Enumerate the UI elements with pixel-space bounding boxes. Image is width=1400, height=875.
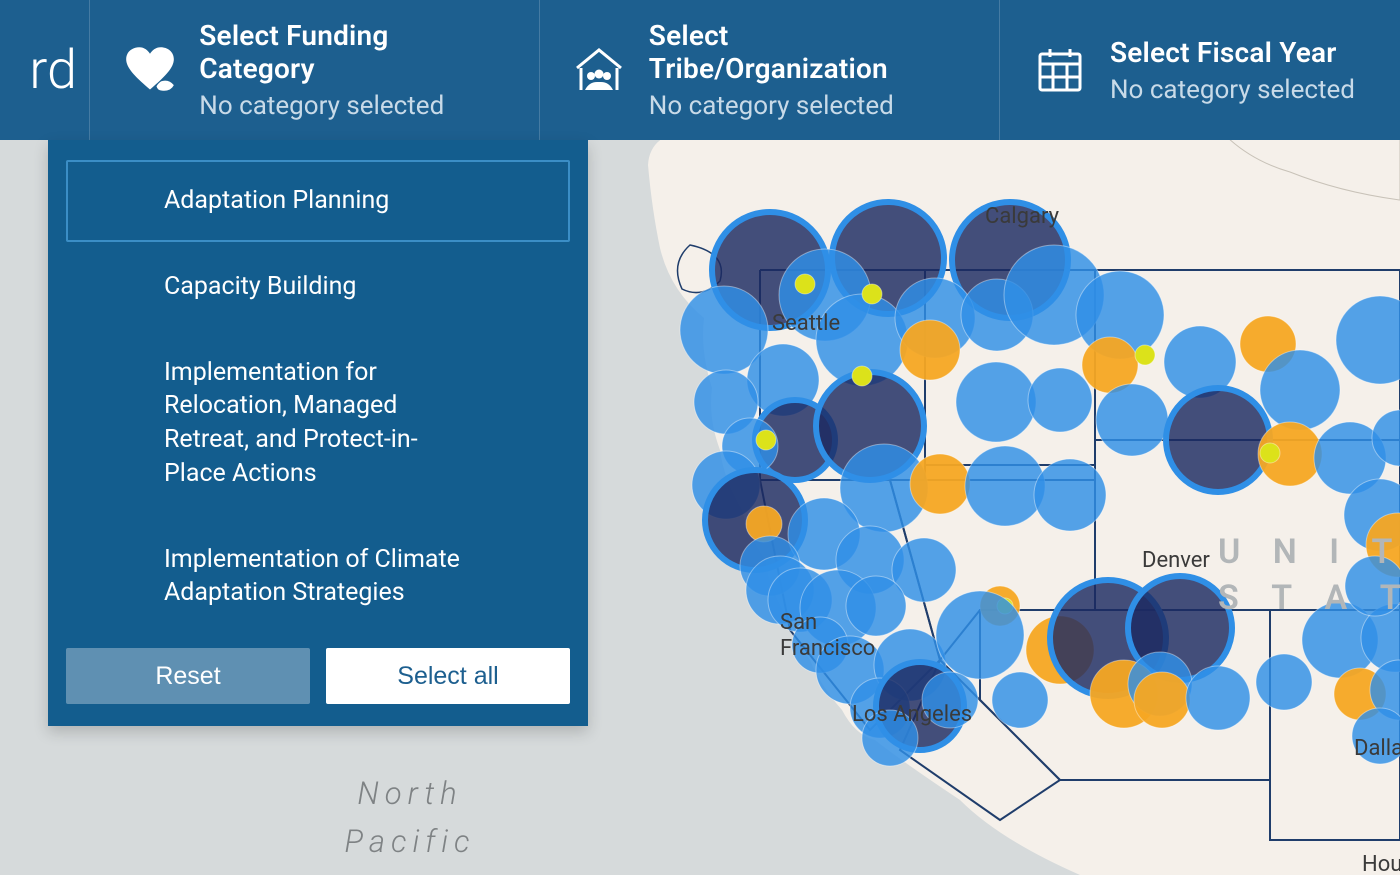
filter-fiscal-label: Select Fiscal Year	[1110, 36, 1355, 69]
map-bubble[interactable]	[862, 710, 918, 766]
dropdown-option[interactable]: Implementation for Relocation, Managed R…	[66, 332, 570, 515]
header-bar: rd Select Funding Category No category s…	[0, 0, 1400, 140]
map-bubble[interactable]	[910, 454, 970, 514]
heart-leaf-icon	[122, 44, 177, 96]
map-bubble[interactable]	[852, 366, 872, 386]
dropdown-option[interactable]: Adaptation Planning	[66, 160, 570, 242]
map-bubble[interactable]	[1186, 666, 1250, 730]
map-bubble[interactable]	[992, 672, 1048, 728]
reset-button[interactable]: Reset	[66, 648, 310, 704]
map-bubble[interactable]	[795, 274, 815, 294]
map-bubble[interactable]	[1134, 672, 1190, 728]
dropdown-option[interactable]: Capacity Building	[66, 246, 570, 328]
map-bubble[interactable]	[922, 672, 978, 728]
dropdown-list[interactable]: Adaptation PlanningCapacity BuildingImpl…	[66, 160, 570, 630]
filter-fiscal-sub: No category selected	[1110, 75, 1355, 105]
filter-tribe-organization[interactable]: Select Tribe/Organization No category se…	[540, 0, 1000, 140]
map-bubble[interactable]	[1034, 459, 1106, 531]
map-bubble[interactable]	[756, 430, 776, 450]
map-bubble[interactable]	[1166, 388, 1270, 492]
dropdown-option[interactable]: Implementation of Climate Adaptation Str…	[66, 519, 570, 631]
house-people-icon	[572, 44, 627, 96]
map-bubble[interactable]	[936, 591, 1024, 679]
filter-tribe-sub: No category selected	[649, 91, 967, 121]
map-bubble[interactable]	[1135, 345, 1155, 365]
map-bubble[interactable]	[956, 362, 1036, 442]
map-bubble[interactable]	[1260, 350, 1340, 430]
map-bubble[interactable]	[1345, 556, 1400, 616]
map-bubble[interactable]	[900, 320, 960, 380]
dashboard-title-fragment: rd	[0, 0, 90, 140]
funding-category-dropdown: Adaptation PlanningCapacity BuildingImpl…	[48, 140, 588, 726]
filter-fiscal-year[interactable]: Select Fiscal Year No category selected	[1000, 0, 1400, 140]
map-bubble[interactable]	[1096, 384, 1168, 456]
map-bubble[interactable]	[1256, 654, 1312, 710]
calendar-icon	[1032, 44, 1088, 96]
map-bubble[interactable]	[846, 576, 906, 636]
map-bubble[interactable]	[965, 446, 1045, 526]
filter-funding-label: Select Funding Category	[199, 19, 507, 85]
filter-funding-category[interactable]: Select Funding Category No category sele…	[90, 0, 540, 140]
map-bubble[interactable]	[1260, 443, 1280, 463]
map-bubble[interactable]	[862, 284, 882, 304]
ocean-label: NorthPacificOcean	[300, 770, 520, 875]
map-bubble[interactable]	[1028, 368, 1092, 432]
filter-tribe-label: Select Tribe/Organization	[649, 19, 967, 85]
filter-funding-sub: No category selected	[199, 91, 507, 121]
select-all-button[interactable]: Select all	[326, 648, 570, 704]
